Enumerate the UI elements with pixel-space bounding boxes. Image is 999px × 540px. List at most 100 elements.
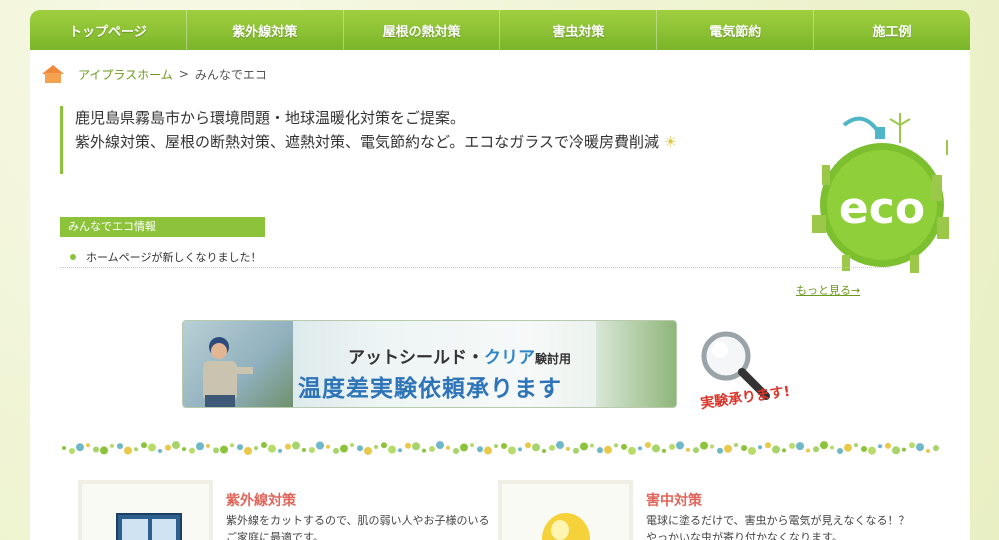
card-uv-title[interactable]: 紫外線対策 xyxy=(226,490,296,510)
decor-dot xyxy=(590,443,594,448)
decor-dot xyxy=(436,441,444,450)
banner-headline: アットシールド・クリア験討用 xyxy=(348,348,572,368)
worker-figure xyxy=(203,337,253,407)
decor-dot xyxy=(364,446,372,455)
decor-dot xyxy=(878,444,882,449)
magnifier-icon[interactable]: 実験承ります! xyxy=(698,328,808,420)
decor-dot xyxy=(861,446,867,453)
decor-dot xyxy=(580,442,588,451)
nav-electric[interactable]: 電気節約 xyxy=(657,10,815,50)
main-nav: トップページ 紫外線対策 屋根の熱対策 害虫対策 電気節約 施工例 xyxy=(30,10,970,50)
decor-dot xyxy=(134,447,138,452)
card-pest[interactable]: 害中対策 電球に塗るだけで、害虫から電気が見えなくなる！？やっかいな虫が寄り付か… xyxy=(498,480,918,540)
intro-text: 鹿児島県霧島市から環境問題・地球温暖化対策をご提案。 紫外線対策、屋根の断熱対策… xyxy=(60,106,795,174)
decor-dot xyxy=(669,443,675,450)
nav-pest[interactable]: 害虫対策 xyxy=(500,10,658,50)
decor-dot xyxy=(309,446,315,453)
decor-dot xyxy=(638,446,642,451)
news-list: ホームページが新しくなりました！ xyxy=(60,248,890,268)
decor-dot xyxy=(230,443,234,448)
nav-examples[interactable]: 施工例 xyxy=(814,10,970,50)
decor-dot xyxy=(148,443,156,452)
decor-dot xyxy=(549,444,555,451)
decor-dot xyxy=(741,444,747,451)
decor-dot xyxy=(909,442,915,449)
decor-dot xyxy=(93,446,99,453)
decor-dot xyxy=(292,441,300,450)
decor-dot xyxy=(710,444,714,449)
decor-dot xyxy=(237,444,243,451)
decorative-dots xyxy=(62,441,939,455)
decor-dot xyxy=(220,445,228,454)
nav-roof[interactable]: 屋根の熱対策 xyxy=(344,10,501,50)
decor-dot xyxy=(854,443,858,448)
decor-dot xyxy=(734,443,738,448)
decor-dot xyxy=(813,446,819,453)
decor-dot xyxy=(62,446,66,450)
card-uv-text: 紫外線をカットするので、肌の弱い人やお子様のいるご家庭に最適です。 xyxy=(226,514,490,540)
card-pest-title[interactable]: 害中対策 xyxy=(646,490,702,510)
decor-dot xyxy=(758,445,762,450)
decor-dot xyxy=(189,447,195,454)
decor-dot xyxy=(501,442,507,449)
decor-dot xyxy=(772,445,780,454)
decor-dot xyxy=(508,446,516,455)
decor-dot xyxy=(158,448,162,453)
decor-dot xyxy=(453,447,459,454)
decor-dot xyxy=(285,443,291,450)
decor-dot xyxy=(628,446,636,455)
intro-line-2: 紫外線対策、屋根の断熱対策、遮熱対策、電気節約など。エコなガラスで冷暖房費削減 … xyxy=(75,133,678,151)
decor-dot xyxy=(268,444,276,453)
decor-dot xyxy=(542,448,546,453)
decor-dot xyxy=(477,446,483,453)
decor-dot xyxy=(398,448,402,453)
decor-dot xyxy=(717,447,723,454)
decor-dot xyxy=(765,442,771,449)
decor-dot xyxy=(676,441,684,450)
card-uv-image xyxy=(78,480,213,540)
decor-dot xyxy=(662,448,666,453)
breadcrumb-current: みんなでエコ xyxy=(194,67,267,82)
decor-dot xyxy=(213,447,219,454)
decor-dot xyxy=(525,442,531,449)
decor-dot xyxy=(693,447,699,454)
decor-dot xyxy=(340,444,348,453)
decor-dot xyxy=(172,441,180,450)
decor-dot xyxy=(333,447,339,454)
banner-photo-right xyxy=(596,321,676,407)
experiment-banner[interactable]: アットシールド・クリア験討用 温度差実験依頼承ります xyxy=(182,320,677,408)
decor-dot xyxy=(518,447,522,452)
news-heading: みんなでエコ情報 xyxy=(60,217,265,237)
decor-dot xyxy=(302,448,306,453)
page-container: トップページ 紫外線対策 屋根の熱対策 害虫対策 電気節約 施工例 アイプラスホ… xyxy=(30,10,970,540)
decor-dot xyxy=(261,442,267,449)
decor-dot xyxy=(182,447,186,452)
decor-dot xyxy=(422,448,426,453)
decor-dot xyxy=(916,443,924,452)
card-uv[interactable]: 紫外線対策 紫外線をカットするので、肌の弱い人やお子様のいるご家庭に最適です。 xyxy=(78,480,498,540)
more-link[interactable]: もっと見る→ xyxy=(796,282,860,298)
decor-dot xyxy=(566,446,570,451)
breadcrumb: アイプラスホーム > みんなでエコ xyxy=(42,64,267,84)
svg-text:実験承ります!: 実験承ります! xyxy=(699,383,791,412)
decor-dot xyxy=(686,447,690,452)
nav-uv[interactable]: 紫外線対策 xyxy=(187,10,344,50)
decor-dot xyxy=(926,448,930,453)
decor-dot xyxy=(902,447,906,452)
decor-dot xyxy=(388,445,396,454)
decor-dot xyxy=(621,443,627,450)
decor-dot xyxy=(885,442,891,449)
decor-dot xyxy=(460,443,468,452)
decor-dot xyxy=(652,444,660,453)
decor-dot xyxy=(69,447,75,454)
decor-dot xyxy=(316,441,324,450)
decor-dot xyxy=(892,446,900,455)
decor-dot xyxy=(117,443,123,450)
breadcrumb-home-link[interactable]: アイプラスホーム xyxy=(78,66,173,83)
card-pest-image xyxy=(498,480,633,540)
intro-line-1: 鹿児島県霧島市から環境問題・地球温暖化対策をご提案。 xyxy=(75,109,466,127)
nav-top[interactable]: トップページ xyxy=(30,10,187,50)
decor-dot xyxy=(614,443,618,448)
news-item[interactable]: ホームページが新しくなりました！ xyxy=(60,248,890,268)
news-item-text: ホームページが新しくなりました！ xyxy=(86,250,262,264)
